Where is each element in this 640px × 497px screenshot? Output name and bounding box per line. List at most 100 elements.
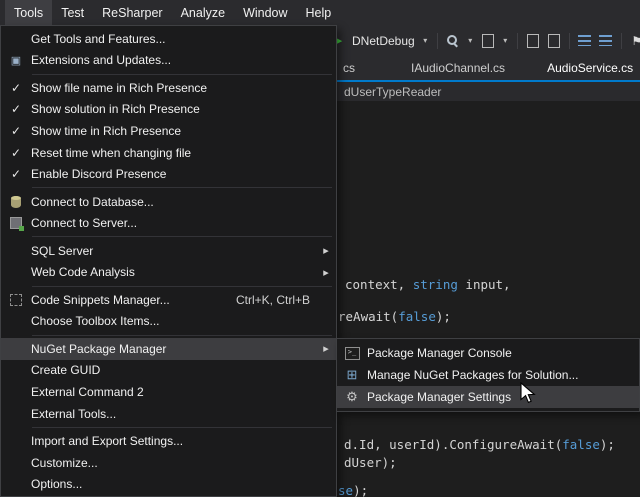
tools-menu-items: Get Tools and Features...▣Extensions and…	[1, 28, 336, 495]
menubar-item-resharper[interactable]: ReSharper	[93, 0, 171, 25]
checkmark-icon: ✓	[1, 124, 31, 138]
nuget-submenu-item-package-manager-settings[interactable]: ⚙Package Manager Settings	[337, 386, 639, 408]
submenu-arrow-icon: ▸	[316, 342, 336, 355]
dropdown-caret-icon[interactable]: ▾	[501, 33, 510, 49]
menu-item-label: External Tools...	[31, 407, 316, 421]
open-file-icon[interactable]	[525, 33, 541, 49]
code-fragment: reAwait(false);	[338, 310, 451, 324]
menu-item-label: Code Snippets Manager...	[31, 293, 236, 307]
code-fragment: se);	[338, 484, 368, 497]
dropdown-caret-icon[interactable]: ▾	[466, 33, 475, 49]
packages-icon: ⊞	[337, 367, 367, 383]
bookmark-icon[interactable]: ⚑	[629, 33, 640, 49]
menubar-item-window[interactable]: Window	[234, 0, 296, 25]
tools-menu-item-get-tools-and-features[interactable]: Get Tools and Features...	[1, 28, 336, 50]
menu-item-label: Show file name in Rich Presence	[31, 81, 316, 95]
tools-menu-item-show-time-in-rich-presence[interactable]: ✓Show time in Rich Presence	[1, 120, 336, 142]
search-icon[interactable]	[445, 33, 461, 49]
tools-menu-item-external-tools[interactable]: External Tools...	[1, 403, 336, 425]
menu-item-label: Reset time when changing file	[31, 146, 316, 160]
extensions-icon: ▣	[1, 54, 31, 67]
menu-item-label: External Command 2	[31, 385, 316, 399]
navigation-bar-text: dUserTypeReader	[344, 85, 441, 99]
menu-item-label: Package Manager Console	[367, 346, 619, 360]
tools-menu-item-show-solution-in-rich-presence[interactable]: ✓Show solution in Rich Presence	[1, 99, 336, 121]
tools-menu-item-choose-toolbox-items[interactable]: Choose Toolbox Items...	[1, 311, 336, 333]
nuget-submenu: >_Package Manager Console⊞Manage NuGet P…	[336, 338, 640, 412]
tools-menu-item-reset-time-when-changing-file[interactable]: ✓Reset time when changing file	[1, 142, 336, 164]
checkmark-icon: ✓	[1, 102, 31, 116]
menu-separator	[32, 236, 332, 237]
indent-increase-icon[interactable]	[598, 33, 614, 49]
nuget-submenu-items: >_Package Manager Console⊞Manage NuGet P…	[337, 342, 639, 408]
tools-menu-item-options[interactable]: Options...	[1, 473, 336, 495]
save-file-icon[interactable]	[546, 33, 562, 49]
database-icon	[11, 196, 21, 208]
menu-item-label: Import and Export Settings...	[31, 434, 316, 448]
checkmark-icon: ✓	[1, 167, 31, 181]
debug-target-label[interactable]: DNetDebug	[352, 34, 415, 48]
menu-item-label: Web Code Analysis	[31, 265, 316, 279]
tools-menu-item-web-code-analysis[interactable]: Web Code Analysis▸	[1, 261, 336, 283]
nuget-submenu-item-manage-nuget-packages-for-solution[interactable]: ⊞Manage NuGet Packages for Solution...	[337, 364, 639, 386]
indent-decrease-icon[interactable]	[577, 33, 593, 49]
dropdown-caret-icon[interactable]: ▾	[421, 33, 430, 49]
menu-separator	[32, 335, 332, 336]
menu-item-label: Package Manager Settings	[367, 390, 619, 404]
menu-item-shortcut: Ctrl+K, Ctrl+B	[236, 293, 310, 307]
tools-menu-item-enable-discord-presence[interactable]: ✓Enable Discord Presence	[1, 163, 336, 185]
toolbar-separator	[437, 33, 438, 49]
tools-menu-item-connect-to-database[interactable]: Connect to Database...	[1, 191, 336, 213]
menu-item-label: Manage NuGet Packages for Solution...	[367, 368, 619, 382]
tab-iaudiochannel-cs[interactable]: IAudioChannel.cs	[408, 56, 508, 80]
tools-menu-item-show-file-name-in-rich-presence[interactable]: ✓Show file name in Rich Presence	[1, 77, 336, 99]
tools-menu-item-connect-to-server[interactable]: Connect to Server...	[1, 212, 336, 234]
toolbar-separator	[517, 33, 518, 49]
menu-item-label: Show solution in Rich Presence	[31, 102, 316, 116]
submenu-arrow-icon: ▸	[316, 244, 336, 257]
tools-menu-item-code-snippets-manager[interactable]: Code Snippets Manager...Ctrl+K, Ctrl+B	[1, 289, 336, 311]
menu-item-label: Connect to Server...	[31, 216, 316, 230]
code-fragment: dUser);	[344, 456, 397, 470]
menu-separator	[32, 427, 332, 428]
tools-menu-item-external-command-2[interactable]: External Command 2	[1, 381, 336, 403]
document-icon[interactable]	[480, 33, 496, 49]
tools-menu-item-customize[interactable]: Customize...	[1, 452, 336, 474]
tools-menu-item-extensions-and-updates[interactable]: ▣Extensions and Updates...	[1, 50, 336, 72]
menu-item-label: Enable Discord Presence	[31, 167, 316, 181]
vs-window: ToolsTestReSharperAnalyzeWindowHelp ▶DNe…	[0, 0, 640, 497]
tab-cs[interactable]: cs	[340, 56, 358, 80]
menu-item-label: Show time in Rich Presence	[31, 124, 316, 138]
menubar-item-test[interactable]: Test	[52, 0, 93, 25]
menu-bar: ToolsTestReSharperAnalyzeWindowHelp	[0, 0, 640, 25]
menu-separator	[32, 286, 332, 287]
menu-item-label: Extensions and Updates...	[31, 53, 316, 67]
tools-menu-item-nuget-package-manager[interactable]: NuGet Package Manager▸	[1, 338, 336, 360]
menu-item-label: Customize...	[31, 456, 316, 470]
tools-menu-item-sql-server[interactable]: SQL Server▸	[1, 240, 336, 262]
menu-item-label: SQL Server	[31, 244, 316, 258]
tab-audioservice-cs[interactable]: AudioService.cs	[544, 56, 636, 80]
toolbar-separator	[621, 33, 622, 49]
mouse-cursor	[520, 382, 538, 406]
menu-separator	[32, 187, 332, 188]
toolbar-separator	[569, 33, 570, 49]
menubar-item-help[interactable]: Help	[297, 0, 341, 25]
checkmark-icon: ✓	[1, 146, 31, 160]
gear-icon: ⚙	[337, 389, 367, 405]
nuget-submenu-item-package-manager-console[interactable]: >_ Package Manager Console	[337, 342, 639, 364]
menubar-item-analyze[interactable]: Analyze	[172, 0, 234, 25]
menu-item-label: NuGet Package Manager	[31, 342, 316, 356]
menu-item-label: Connect to Database...	[31, 195, 316, 209]
snippets-icon	[10, 294, 22, 306]
menu-item-label: Options...	[31, 477, 316, 491]
menu-item-label: Create GUID	[31, 363, 316, 377]
menubar-item-tools[interactable]: Tools	[5, 0, 52, 25]
tools-menu-item-create-guid[interactable]: Create GUID	[1, 360, 336, 382]
tools-menu: Get Tools and Features...▣Extensions and…	[0, 25, 337, 497]
code-fragment: context, string input,	[345, 278, 511, 292]
tools-menu-item-import-and-export-settings[interactable]: Import and Export Settings...	[1, 430, 336, 452]
menu-separator	[32, 74, 332, 75]
console-icon: >_	[345, 347, 360, 360]
code-fragment: d.Id, userId).ConfigureAwait(false);	[344, 438, 615, 452]
